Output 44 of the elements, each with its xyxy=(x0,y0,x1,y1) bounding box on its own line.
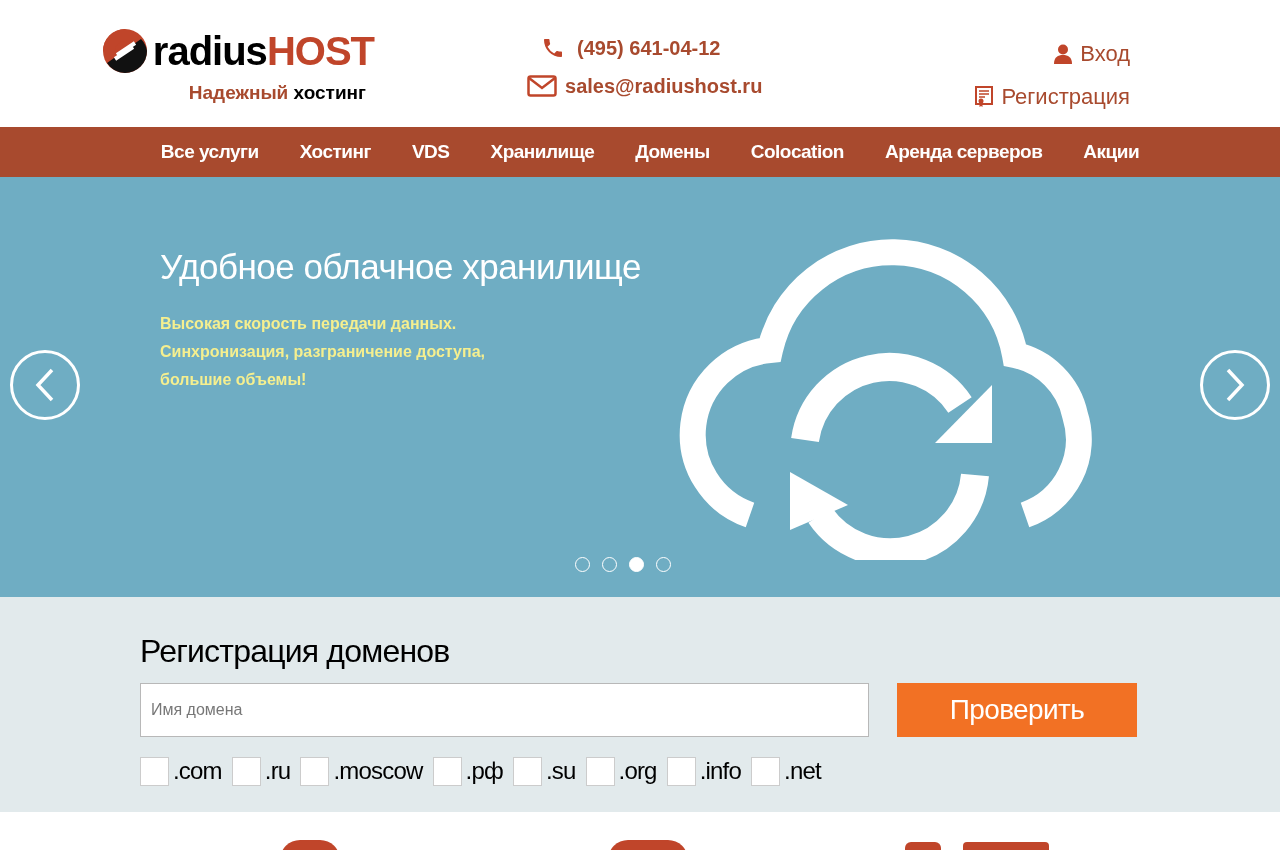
register-link[interactable]: Регистрация xyxy=(1001,80,1130,113)
nav-link[interactable]: Хостинг xyxy=(299,137,371,167)
nav-link[interactable]: Colocation xyxy=(750,137,844,167)
zone-label: .org xyxy=(618,756,657,786)
phone-number[interactable]: (495) 641-04-12 xyxy=(577,33,721,63)
hero-title: Удобное облачное хранилище xyxy=(160,246,642,288)
user-icon xyxy=(1054,43,1073,64)
phone-icon xyxy=(541,36,565,60)
zone-label: .info xyxy=(699,756,742,786)
nav-link[interactable]: Домены xyxy=(635,137,710,167)
certificate-icon xyxy=(975,85,994,108)
zone-checkbox[interactable] xyxy=(666,756,696,786)
zone-checkbox[interactable] xyxy=(512,756,542,786)
zone-label: .su xyxy=(545,756,576,786)
previous-slide-button[interactable] xyxy=(10,350,80,420)
next-slide-button[interactable] xyxy=(1200,350,1270,420)
envelope-icon xyxy=(527,75,557,97)
email-link[interactable]: sales@radiushost.ru xyxy=(565,71,763,101)
zone-checkbox[interactable] xyxy=(231,756,261,786)
zone-checkbox[interactable] xyxy=(300,756,330,786)
nav-link[interactable]: Аренда серверов xyxy=(884,137,1043,167)
tagline: Надежный хостинг xyxy=(188,81,366,105)
nav-link[interactable]: Все услуги xyxy=(160,137,259,167)
zone-label: .рф xyxy=(465,756,503,786)
login-link[interactable]: Вход xyxy=(1080,37,1130,70)
zone-label: .net xyxy=(784,756,821,786)
domain-input[interactable]: Имя домена xyxy=(140,683,869,737)
nav-link[interactable]: Хранилище xyxy=(490,137,595,167)
domain-title: Регистрация доменов xyxy=(140,632,451,671)
logo-icon xyxy=(100,27,149,75)
zone-checkbox[interactable] xyxy=(585,756,615,786)
logo-text[interactable]: radiusHOST xyxy=(152,31,374,71)
zone-label: .moscow xyxy=(333,756,423,786)
chevron-right-icon xyxy=(1225,368,1245,402)
zone-checkbox[interactable] xyxy=(140,756,169,786)
nav-link[interactable]: VDS xyxy=(411,137,450,167)
chevron-left-icon xyxy=(35,368,55,402)
zone-checkbox[interactable] xyxy=(432,756,462,786)
hero-description: Высокая скорость передачи данных. Синхронизация, разграничение доступа, большие объемы! xyxy=(160,313,486,390)
check-button[interactable]: Проверить xyxy=(897,683,1137,737)
zone-label: .com xyxy=(173,756,222,786)
zone-label: .ru xyxy=(264,756,291,786)
nav-link[interactable]: Акции xyxy=(1083,137,1140,167)
zone-checkbox[interactable] xyxy=(751,756,781,786)
